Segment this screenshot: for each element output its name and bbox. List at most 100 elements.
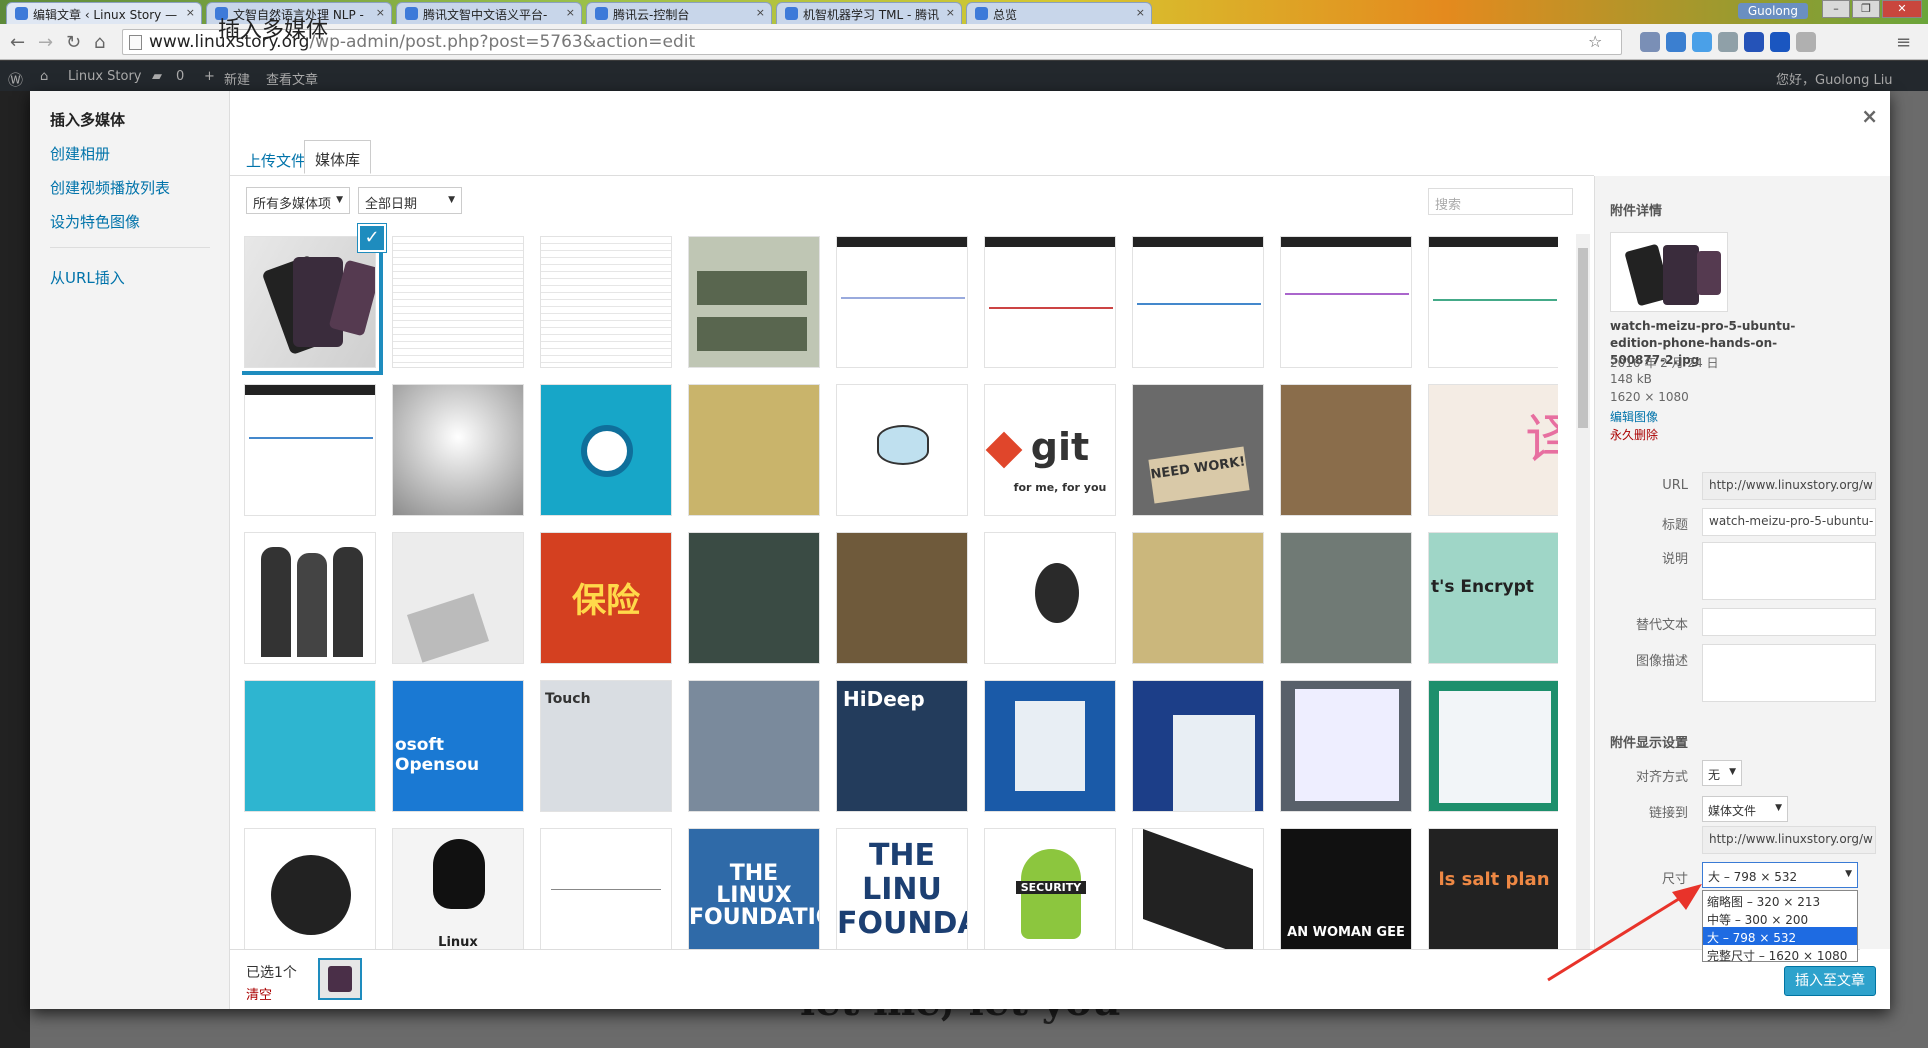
home-icon[interactable]: ⌂ (94, 32, 105, 53)
media-item[interactable] (540, 236, 672, 368)
size-option[interactable]: 中等 – 300 × 200 (1703, 909, 1857, 927)
reload-icon[interactable]: ↻ (66, 32, 81, 53)
extension-icon[interactable] (1796, 32, 1816, 52)
media-item[interactable] (688, 532, 820, 664)
close-icon[interactable]: × (1136, 6, 1145, 19)
media-item[interactable] (836, 384, 968, 516)
media-item[interactable] (1132, 532, 1264, 664)
close-icon[interactable]: × (1861, 104, 1878, 128)
wordpress-logo-icon[interactable]: Ⓦ (8, 69, 23, 90)
media-item[interactable] (1132, 236, 1264, 368)
media-type-filter[interactable]: 所有多媒体项 ▼ (246, 187, 350, 214)
profile-button[interactable]: Guolong (1737, 3, 1808, 19)
minimize-icon[interactable]: – (1822, 0, 1850, 18)
description-field[interactable] (1702, 644, 1876, 702)
tab-media-library[interactable]: 媒体库 (304, 140, 372, 174)
browser-tab[interactable]: 机智机器学习 TML - 腾讯 × (776, 2, 962, 24)
media-item[interactable]: osoft Opensou (392, 680, 524, 812)
close-window-icon[interactable]: ✕ (1882, 0, 1922, 18)
menu-create-gallery[interactable]: 创建相册 (50, 143, 110, 164)
size-select[interactable]: 大 – 798 × 532 ▼ (1702, 862, 1858, 888)
clear-selection-link[interactable]: 清空 (246, 984, 272, 1003)
menu-create-playlist[interactable]: 创建视频播放列表 (50, 177, 170, 198)
address-bar[interactable]: www.linuxstory.org/wp-admin/post.php?pos… (122, 29, 1622, 55)
media-item[interactable] (244, 828, 376, 949)
comment-icon[interactable]: ▰ (152, 69, 162, 84)
title-field[interactable]: watch-meizu-pro-5-ubuntu- (1702, 508, 1876, 536)
menu-featured-image[interactable]: 设为特色图像 (50, 211, 140, 232)
media-item[interactable]: 译 (1428, 384, 1558, 516)
selected-thumb[interactable] (318, 958, 362, 1000)
search-input[interactable]: 搜索 (1428, 188, 1573, 215)
media-item[interactable] (1132, 680, 1264, 812)
media-item[interactable] (1280, 236, 1412, 368)
link-to-select[interactable]: 媒体文件 ▼ (1702, 796, 1788, 822)
site-name-link[interactable]: Linux Story (68, 69, 142, 84)
comments-count[interactable]: 0 (176, 69, 184, 84)
media-item[interactable]: THE LINUX FOUNDATIO (688, 828, 820, 949)
user-greeting[interactable]: 您好，Guolong Liu (1776, 69, 1893, 88)
media-item[interactable] (244, 384, 376, 516)
media-item[interactable] (984, 532, 1116, 664)
alt-text-field[interactable] (1702, 608, 1876, 636)
media-item[interactable] (392, 384, 524, 516)
media-item[interactable] (984, 680, 1116, 812)
media-item[interactable] (1132, 828, 1264, 949)
media-item[interactable] (392, 532, 524, 664)
scrollbar-thumb[interactable] (1578, 248, 1588, 428)
extension-icon[interactable] (1770, 32, 1790, 52)
extension-icon[interactable] (1718, 32, 1738, 52)
media-item[interactable] (688, 236, 820, 368)
insert-into-post-button[interactable]: 插入至文章 (1784, 966, 1876, 996)
browser-tab[interactable]: 编辑文章 ‹ Linux Story — × (6, 2, 202, 24)
media-item[interactable]: ls salt plan (1428, 828, 1558, 949)
selected-check-icon[interactable]: ✓ (358, 224, 386, 252)
media-item[interactable]: 保险 (540, 532, 672, 664)
browser-tab[interactable]: 腾讯云-控制台 × (586, 2, 772, 24)
extension-icon[interactable] (1666, 32, 1686, 52)
media-item[interactable] (244, 680, 376, 812)
media-item[interactable] (540, 828, 672, 949)
media-item-selected[interactable] (244, 236, 376, 368)
media-item[interactable] (244, 532, 376, 664)
media-item[interactable]: SECURITY (984, 828, 1116, 949)
media-item[interactable] (1280, 384, 1412, 516)
media-item[interactable] (392, 236, 524, 368)
media-item[interactable]: t's Encrypt (1428, 532, 1558, 664)
date-filter[interactable]: 全部日期 ▼ (358, 187, 462, 214)
media-item[interactable] (836, 532, 968, 664)
edit-image-link[interactable]: 编辑图像 (1610, 408, 1658, 425)
close-icon[interactable]: × (186, 6, 195, 19)
browser-tab[interactable]: 总览 × (966, 2, 1152, 24)
media-item[interactable] (836, 236, 968, 368)
close-icon[interactable]: × (756, 6, 765, 19)
media-item[interactable]: THE LINU FOUNDA (836, 828, 968, 949)
size-option-highlighted[interactable]: 大 – 798 × 532 (1703, 927, 1857, 945)
media-item[interactable] (688, 680, 820, 812)
extension-icon[interactable] (1640, 32, 1660, 52)
menu-insert-media[interactable]: 插入多媒体 (50, 109, 125, 130)
size-option[interactable]: 缩略图 – 320 × 213 (1703, 891, 1857, 909)
media-item[interactable] (688, 384, 820, 516)
media-item[interactable] (1428, 236, 1558, 368)
size-option[interactable]: 完整尺寸 – 1620 × 1080 (1703, 945, 1857, 963)
close-icon[interactable]: × (566, 6, 575, 19)
delete-permanently-link[interactable]: 永久删除 (1610, 426, 1658, 443)
media-item[interactable]: AN WOMAN GEE (1280, 828, 1412, 949)
close-icon[interactable]: × (376, 6, 385, 19)
browser-tab[interactable]: 腾讯文智中文语义平台- × (396, 2, 582, 24)
grid-scrollbar[interactable] (1576, 234, 1590, 949)
media-item[interactable] (1280, 680, 1412, 812)
back-icon[interactable]: ← (10, 32, 25, 53)
view-post-link[interactable]: 查看文章 (266, 69, 318, 88)
forward-icon[interactable]: → (38, 32, 53, 53)
link-url-field[interactable]: http://www.linuxstory.org/w (1702, 826, 1876, 854)
menu-icon[interactable]: ≡ (1896, 32, 1911, 53)
menu-insert-from-url[interactable]: 从URL插入 (50, 267, 125, 288)
star-icon[interactable]: ☆ (1588, 32, 1602, 51)
media-item[interactable] (1280, 532, 1412, 664)
url-field[interactable]: http://www.linuxstory.org/w (1702, 472, 1876, 500)
extension-icon[interactable] (1692, 32, 1712, 52)
close-icon[interactable]: × (946, 6, 955, 19)
media-item[interactable]: Touch (540, 680, 672, 812)
